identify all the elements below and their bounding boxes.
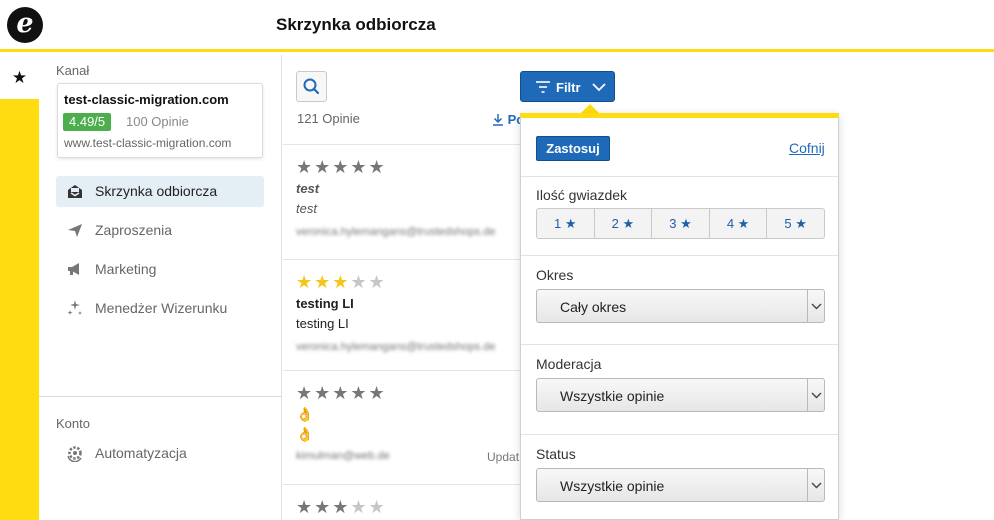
channel-card[interactable]: test-classic-migration.com 4.49/5 100 Op… — [57, 83, 263, 158]
left-rail: ★ — [0, 55, 39, 520]
filter-panel: Zastosuj Cofnij Ilość gwiazdek 1 ★ 2 ★ 3… — [520, 113, 839, 520]
search-button[interactable] — [296, 71, 327, 102]
reviews-star-icon[interactable]: ★ — [0, 55, 39, 99]
inbox-icon — [68, 185, 82, 198]
review-email: veronica.hylemangans@trustedshops.de — [296, 226, 496, 238]
review-stars: ★★★★★ — [296, 497, 387, 517]
status-select[interactable]: Wszystkie opinie — [536, 468, 825, 502]
apply-button[interactable]: Zastosuj — [536, 136, 610, 161]
moderation-label: Moderacja — [536, 356, 602, 372]
review-text: testing LI — [296, 316, 349, 331]
sidebar: Kanał test-classic-migration.com 4.49/5 … — [39, 55, 282, 520]
top-header: e Skrzynka odbiorcza — [0, 0, 994, 52]
chevron-down-icon — [807, 469, 824, 501]
sidebar-item-marketing[interactable]: Marketing — [56, 254, 264, 285]
review-text: 👌 — [296, 426, 314, 442]
rating-badge: 4.49/5 — [63, 113, 112, 131]
review-item[interactable]: ★★★★★ 👌 👌 kimulman@web.de Updat — [283, 370, 521, 484]
chevron-down-icon — [807, 379, 824, 411]
status-label: Status — [536, 446, 576, 462]
download-icon — [493, 114, 503, 126]
review-title: 👌 — [296, 406, 314, 422]
review-text: test — [296, 201, 317, 216]
search-icon — [303, 78, 320, 95]
sidebar-item-inbox[interactable]: Skrzynka odbiorcza — [56, 176, 264, 207]
star-filter-5[interactable]: 5 ★ — [767, 209, 824, 238]
stars-filter-label: Ilość gwiazdek — [536, 187, 628, 203]
panel-divider — [521, 176, 838, 177]
logo-glyph: e — [16, 8, 34, 39]
star-filter-2[interactable]: 2 ★ — [595, 209, 653, 238]
chevron-down-icon — [807, 290, 824, 322]
paper-plane-icon — [68, 224, 82, 237]
sidebar-item-label: Automatyzacja — [95, 445, 187, 461]
star-filter-3[interactable]: 3 ★ — [652, 209, 710, 238]
filter-label: Filtr — [556, 80, 581, 95]
sidebar-item-label: Zaproszenia — [95, 222, 173, 238]
star-filter-4[interactable]: 4 ★ — [710, 209, 768, 238]
panel-divider — [521, 255, 838, 256]
page-title: Skrzynka odbiorcza — [276, 15, 436, 34]
sidebar-item-invitations[interactable]: Zaproszenia — [56, 215, 264, 246]
filter-panel-notch — [581, 104, 599, 113]
sidebar-item-image-manager[interactable]: Menedżer Wizerunku — [56, 293, 264, 324]
sidebar-item-label: Skrzynka odbiorcza — [95, 183, 218, 199]
star-filter-1[interactable]: 1 ★ — [537, 209, 595, 238]
reset-link[interactable]: Cofnij — [789, 140, 825, 156]
panel-divider — [521, 344, 838, 345]
review-item[interactable]: ★★★★★ testing LI testing LI veronica.hyl… — [283, 259, 521, 370]
status-value: Wszystkie opinie — [560, 478, 665, 494]
channel-name: test-classic-migration.com — [64, 92, 229, 107]
period-value: Cały okres — [560, 299, 627, 315]
content-area — [839, 55, 994, 520]
review-email: veronica.hylemangans@trustedshops.de — [296, 341, 496, 353]
review-title: testing LI — [296, 296, 354, 311]
review-list-column: 121 Opinie ★★★★★ test test veronica.hyle… — [283, 55, 521, 520]
period-label: Okres — [536, 267, 574, 283]
moderation-value: Wszystkie opinie — [560, 388, 665, 404]
sidebar-item-automation[interactable]: Automatyzacja — [56, 438, 264, 469]
filter-icon — [536, 81, 550, 93]
review-email: kimulman@web.de — [296, 450, 390, 462]
filter-button[interactable]: Filtr — [520, 71, 615, 102]
review-item[interactable]: ★★★★★ — [283, 484, 521, 520]
channel-url: www.test-classic-migration.com — [64, 136, 232, 150]
channel-review-count: 100 Opinie — [126, 114, 189, 129]
channel-section-label: Kanał — [56, 63, 90, 78]
gear-refresh-icon — [67, 446, 82, 462]
trusted-shops-logo-icon[interactable]: e — [7, 7, 43, 43]
review-item[interactable]: ★★★★★ test test veronica.hylemangans@tru… — [283, 144, 521, 259]
moderation-select[interactable]: Wszystkie opinie — [536, 378, 825, 412]
review-update-status: Updat — [487, 450, 520, 464]
period-select[interactable]: Cały okres — [536, 289, 825, 323]
opinions-count: 121 Opinie — [297, 111, 360, 126]
sparkles-icon — [67, 300, 82, 315]
star-filter-group: 1 ★ 2 ★ 3 ★ 4 ★ 5 ★ — [536, 208, 825, 239]
sidebar-item-label: Menedżer Wizerunku — [95, 300, 228, 316]
sidebar-divider — [39, 396, 282, 397]
chevron-down-icon — [592, 83, 606, 92]
review-stars: ★★★★★ — [296, 272, 387, 292]
review-stars: ★★★★★ — [296, 157, 387, 177]
review-stars: ★★★★★ — [296, 383, 387, 403]
account-section-label: Konto — [56, 416, 90, 431]
megaphone-icon — [68, 263, 79, 275]
panel-divider — [521, 434, 838, 435]
sidebar-item-label: Marketing — [95, 261, 157, 277]
review-title: test — [296, 181, 320, 196]
